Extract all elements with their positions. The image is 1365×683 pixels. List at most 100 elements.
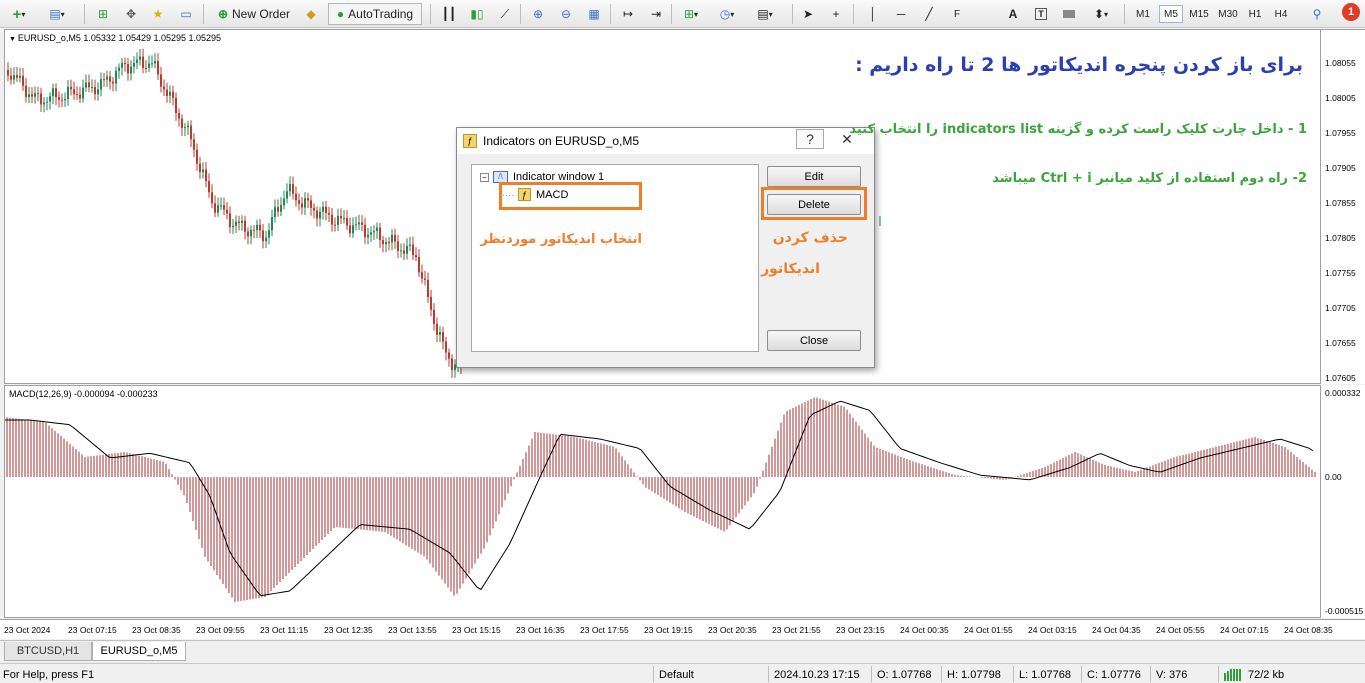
line-chart-icon[interactable]: ⟋ <box>494 3 516 25</box>
candle-body <box>250 229 252 237</box>
edit-button[interactable]: Edit <box>767 166 861 187</box>
auto-trading-button[interactable]: ● AutoTrading <box>328 3 422 25</box>
candle-body <box>103 79 105 81</box>
market-watch-icon[interactable]: ⊞ <box>92 3 114 25</box>
indicators-dialog: ƒ Indicators on EURUSD_o,M5 ? ✕ − /\ Ind… <box>456 127 875 368</box>
candle-body <box>280 205 282 212</box>
candle-body <box>73 89 75 95</box>
auto-scroll-icon[interactable]: ↦ <box>617 3 639 25</box>
periods-icon[interactable]: ◷ ▾ <box>716 3 738 25</box>
candle-body <box>403 250 405 254</box>
indicators-icon[interactable]: ⊞ ▾ <box>680 3 702 25</box>
candle-body <box>418 257 420 273</box>
time-label: 24 Oct 01:55 <box>964 625 1013 635</box>
tab-btcusd[interactable]: BTCUSD,H1 <box>4 642 92 661</box>
candle-body <box>43 102 45 105</box>
fibonacci-icon[interactable]: F <box>946 3 968 25</box>
vertical-line-icon[interactable]: │ <box>862 3 884 25</box>
candle-body <box>130 66 132 74</box>
time-label: 23 Oct 13:55 <box>388 625 437 635</box>
cursor-icon[interactable]: ➤ <box>797 3 819 25</box>
candlestick-icon[interactable]: ▮▯ <box>466 3 488 25</box>
timeframe-m5[interactable]: M5 <box>1159 5 1183 23</box>
select-indicator-note: انتخاب اندیکاتور موردنظر <box>480 232 642 247</box>
candle-body <box>139 56 141 60</box>
terminal-icon[interactable]: ▭ <box>175 3 197 25</box>
time-label: 23 Oct 12:35 <box>324 625 373 635</box>
collapse-icon[interactable]: − <box>480 172 489 182</box>
zoom-in-icon[interactable]: ⊕ <box>527 3 549 25</box>
new-order-button[interactable]: ⊕ New Order <box>212 3 296 25</box>
candle-body <box>295 193 297 201</box>
meta-editor-icon[interactable]: ◆ <box>300 3 322 25</box>
dialog-titlebar[interactable]: ƒ Indicators on EURUSD_o,M5 ? ✕ <box>457 128 874 154</box>
templates-icon[interactable]: ▤ ▾ <box>754 3 776 25</box>
macd-signal-line <box>5 400 1314 597</box>
candle-body <box>211 192 213 204</box>
candle-body <box>334 224 336 226</box>
arrows-icon[interactable]: ⬍ ▾ <box>1090 3 1112 25</box>
candle-body <box>367 234 369 238</box>
candle-body <box>28 94 30 97</box>
delete-highlight-box <box>761 187 867 220</box>
tile-windows-icon[interactable]: ▦ <box>583 3 605 25</box>
trendline-icon[interactable]: ╱ <box>918 3 940 25</box>
candle-body <box>340 215 342 219</box>
bar-chart-icon[interactable]: ┃┃ <box>438 3 460 25</box>
text-label-icon[interactable]: T <box>1030 3 1052 25</box>
candle-body <box>79 94 81 99</box>
candle-body <box>436 323 438 335</box>
timeframe-m1[interactable]: M1 <box>1131 5 1155 23</box>
crosshair-icon[interactable]: + <box>825 3 847 25</box>
candle-body <box>34 93 36 97</box>
timeframe-m30[interactable]: M30 <box>1215 5 1241 23</box>
help-button[interactable]: ? <box>796 129 824 149</box>
macd-axis-label: 0.000332 <box>1325 388 1361 398</box>
chart-shift-icon[interactable]: ⇥ <box>645 3 667 25</box>
candle-body <box>184 127 186 129</box>
candle-body <box>394 234 396 242</box>
time-axis: 23 Oct 2024 23 Oct 07:15 23 Oct 08:35 23 Oc… <box>0 619 1365 639</box>
timeframe-m15[interactable]: M15 <box>1186 5 1212 23</box>
timeframe-h4[interactable]: H4 <box>1270 5 1292 23</box>
candle-body <box>307 198 309 201</box>
candle-body <box>328 212 330 215</box>
new-order-icon: ⊕ <box>217 7 229 21</box>
zoom-out-icon[interactable]: ⊖ <box>555 3 577 25</box>
candle-body <box>55 88 57 98</box>
candle-body <box>160 74 162 87</box>
candle-body <box>25 85 27 97</box>
candle-body <box>379 227 381 240</box>
rectangle-icon[interactable] <box>1058 3 1080 25</box>
candle-body <box>52 88 54 97</box>
candle-body <box>49 96 51 102</box>
status-traffic: 72/2 kb <box>1248 668 1285 681</box>
horizontal-line-icon[interactable]: ─ <box>890 3 912 25</box>
price-label: 1.07655 <box>1325 338 1356 348</box>
candle-body <box>445 341 447 353</box>
candle-body <box>448 352 450 359</box>
candle-body <box>391 234 393 243</box>
candle-body <box>400 250 402 252</box>
candle-body <box>364 224 366 238</box>
candle-body <box>70 86 72 90</box>
new-chart-icon[interactable]: + ▾ <box>8 3 30 25</box>
tab-eurusd[interactable]: EURUSD_o,M5 <box>92 642 186 661</box>
timeframe-h1[interactable]: H1 <box>1244 5 1266 23</box>
candle-body <box>91 87 93 89</box>
search-icon[interactable]: ⚲ <box>1306 3 1328 25</box>
candle-body <box>247 231 249 237</box>
close-button[interactable]: Close <box>767 330 861 351</box>
chart-tabs: BTCUSD,H1 EURUSD_o,M5 <box>0 640 1365 662</box>
profiles-icon[interactable]: ▤ ▾ <box>46 3 68 25</box>
macd-subwindow[interactable]: MACD(12,26,9) -0.000094 -0.000233 <box>4 385 1321 618</box>
candle-body <box>97 89 99 95</box>
candle-body <box>355 224 357 226</box>
notification-badge[interactable]: 1 <box>1342 3 1360 21</box>
candle-body <box>115 70 117 84</box>
favorites-icon[interactable]: ★ <box>147 3 169 25</box>
candle-body <box>361 222 363 225</box>
candle-body <box>199 163 201 173</box>
navigator-icon[interactable]: ✥ <box>120 3 142 25</box>
text-tool-icon[interactable]: A <box>1002 3 1024 25</box>
